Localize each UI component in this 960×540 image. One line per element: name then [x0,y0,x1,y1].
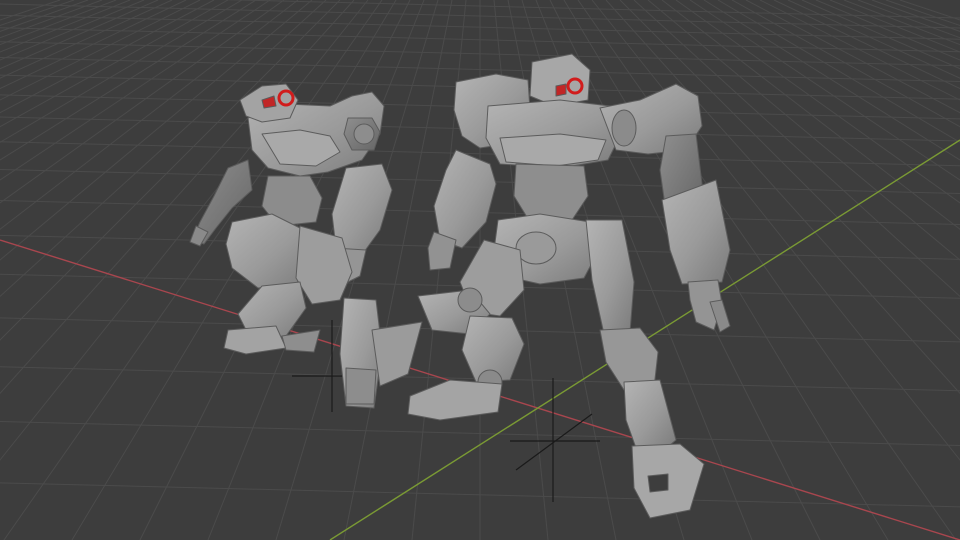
viewport-canvas[interactable] [0,0,960,540]
3d-viewport[interactable] [0,0,960,540]
